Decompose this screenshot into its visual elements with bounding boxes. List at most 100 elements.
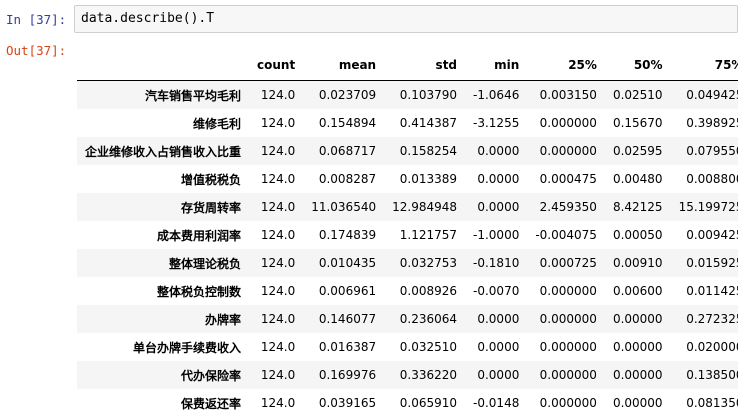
table-cell-50pct: 0.15670: [612, 116, 663, 130]
table-cell-25pct: -0.004075: [535, 228, 597, 242]
output-area: count mean std min 25% 50% 75% max 汽车销售平…: [77, 50, 738, 419]
table-row: 代办保险率 124.0 0.169976 0.336220 0.0000 0.000000…: [77, 361, 738, 389]
table-cell-75pct: 0.015925: [686, 256, 738, 270]
table-cell-mean: 0.023709: [318, 88, 377, 102]
table-cell-25pct: 0.000000: [539, 284, 597, 298]
table-cell-std: 0.414387: [399, 116, 458, 130]
table-row: 存货周转率 124.0 11.036540 12.984948 0.0000 2.4593…: [77, 193, 738, 221]
table-cell-25pct: 0.000000: [539, 396, 597, 410]
row-label: 代办保险率: [181, 368, 242, 383]
table-cell-min: 0.0000: [477, 340, 520, 354]
table-cell-count: 124.0: [260, 172, 296, 186]
table-cell-50pct: 0.00910: [612, 256, 663, 270]
row-label: 保费返还率: [181, 396, 242, 411]
table-cell-75pct: 0.079550: [686, 144, 738, 158]
row-label: 存货周转率: [181, 200, 242, 215]
table-cell-count: 124.0: [260, 116, 296, 130]
table-cell-count: 124.0: [260, 312, 296, 326]
table-cell-std: 0.236064: [399, 312, 458, 326]
index-header: [77, 50, 250, 81]
row-label: 单台办牌手续费收入: [133, 340, 242, 355]
table-cell-count: 124.0: [260, 200, 296, 214]
column-header-std: std: [384, 50, 466, 81]
table-cell-75pct: 0.009425: [686, 228, 738, 242]
table-cell-std: 0.158254: [399, 144, 458, 158]
table-cell-mean: 0.174839: [318, 228, 377, 242]
row-label: 维修毛利: [193, 116, 242, 131]
code-text[interactable]: data.describe().T: [81, 11, 214, 26]
table-cell-min: -1.0646: [473, 88, 520, 102]
column-header-50: 50%: [604, 50, 671, 81]
table-cell-min: -0.0070: [473, 284, 520, 298]
row-label: 汽车销售平均毛利: [145, 88, 242, 103]
table-cell-25pct: 0.000475: [539, 172, 597, 186]
table-cell-75pct: 0.272325: [686, 312, 738, 326]
table-cell-count: 124.0: [260, 228, 296, 242]
table-row: 单台办牌手续费收入 124.0 0.016387 0.032510 0.0000 0.00…: [77, 333, 738, 361]
table-cell-count: 124.0: [260, 368, 296, 382]
table-cell-mean: 0.016387: [318, 340, 377, 354]
table-cell-std: 0.065910: [399, 396, 458, 410]
code-input-cell[interactable]: data.describe().T: [74, 5, 738, 33]
table-cell-min: 0.0000: [477, 312, 520, 326]
table-cell-50pct: 0.00600: [612, 284, 663, 298]
table-cell-count: 124.0: [260, 340, 296, 354]
describe-table: count mean std min 25% 50% 75% max 汽车销售平…: [77, 50, 738, 417]
table-cell-50pct: 0.00000: [612, 368, 663, 382]
table-cell-mean: 0.006961: [318, 284, 377, 298]
table-cell-50pct: 0.00050: [612, 228, 663, 242]
table-cell-min: 0.0000: [477, 172, 520, 186]
table-cell-25pct: 0.000000: [539, 312, 597, 326]
table-cell-75pct: 0.011425: [686, 284, 738, 298]
table-cell-min: 0.0000: [477, 144, 520, 158]
column-header-mean: mean: [303, 50, 385, 81]
table-row: 企业维修收入占销售收入比重 124.0 0.068717 0.158254 0.0000…: [77, 137, 738, 165]
table-cell-count: 124.0: [260, 256, 296, 270]
table-cell-std: 0.013389: [399, 172, 458, 186]
table-row: 增值税税负 124.0 0.008287 0.013389 0.0000 0.000475…: [77, 165, 738, 193]
table-header-row: count mean std min 25% 50% 75% max: [77, 50, 738, 81]
table-cell-25pct: 0.000725: [539, 256, 597, 270]
row-label: 整体税负控制数: [157, 284, 242, 299]
table-cell-std: 0.336220: [399, 368, 458, 382]
table-cell-mean: 0.039165: [318, 396, 377, 410]
table-cell-count: 124.0: [260, 284, 296, 298]
table-row: 保费返还率 124.0 0.039165 0.065910 -0.0148 0.00000…: [77, 389, 738, 417]
table-cell-std: 0.032510: [399, 340, 458, 354]
row-label: 成本费用利润率: [157, 228, 242, 243]
table-cell-mean: 11.036540: [311, 200, 377, 214]
row-label: 办牌率: [205, 312, 242, 327]
table-cell-75pct: 0.398925: [686, 116, 738, 130]
table-cell-25pct: 0.000000: [539, 368, 597, 382]
table-row: 维修毛利 124.0 0.154894 0.414387 -3.1255 0.000000…: [77, 109, 738, 137]
table-cell-min: -3.1255: [473, 116, 520, 130]
table-body: 汽车销售平均毛利 124.0 0.023709 0.103790 -1.0646 0.00…: [77, 80, 738, 417]
table-cell-mean: 0.010435: [318, 256, 377, 270]
table-cell-75pct: 0.049425: [686, 88, 738, 102]
table-cell-50pct: 0.00000: [612, 312, 663, 326]
table-cell-count: 124.0: [260, 144, 296, 158]
column-header-count: count: [249, 50, 304, 81]
table-cell-min: 0.0000: [477, 200, 520, 214]
output-prompt: Out[37]:: [6, 43, 67, 58]
table-cell-50pct: 0.00480: [612, 172, 663, 186]
table-cell-count: 124.0: [260, 88, 296, 102]
table-row: 整体理论税负 124.0 0.010435 0.032753 -0.1810 0.0007…: [77, 249, 738, 277]
table-cell-50pct: 0.02595: [612, 144, 663, 158]
table-cell-50pct: 0.00000: [612, 396, 663, 410]
row-label: 企业维修收入占销售收入比重: [85, 144, 242, 159]
table-cell-min: -0.1810: [473, 256, 520, 270]
table-row: 整体税负控制数 124.0 0.006961 0.008926 -0.0070 0.000…: [77, 277, 738, 305]
row-label: 整体理论税负: [169, 256, 242, 271]
table-cell-mean: 0.169976: [318, 368, 377, 382]
column-header-75: 75%: [670, 50, 738, 81]
row-label: 增值税税负: [181, 172, 242, 187]
table-cell-25pct: 0.000000: [539, 116, 597, 130]
table-cell-50pct: 0.02510: [612, 88, 663, 102]
table-cell-mean: 0.154894: [318, 116, 377, 130]
table-cell-75pct: 0.138500: [686, 368, 738, 382]
table-cell-std: 0.032753: [399, 256, 458, 270]
table-cell-std: 0.008926: [399, 284, 458, 298]
table-cell-25pct: 2.459350: [539, 200, 597, 214]
table-row: 成本费用利润率 124.0 0.174839 1.121757 -1.0000 -0.00…: [77, 221, 738, 249]
